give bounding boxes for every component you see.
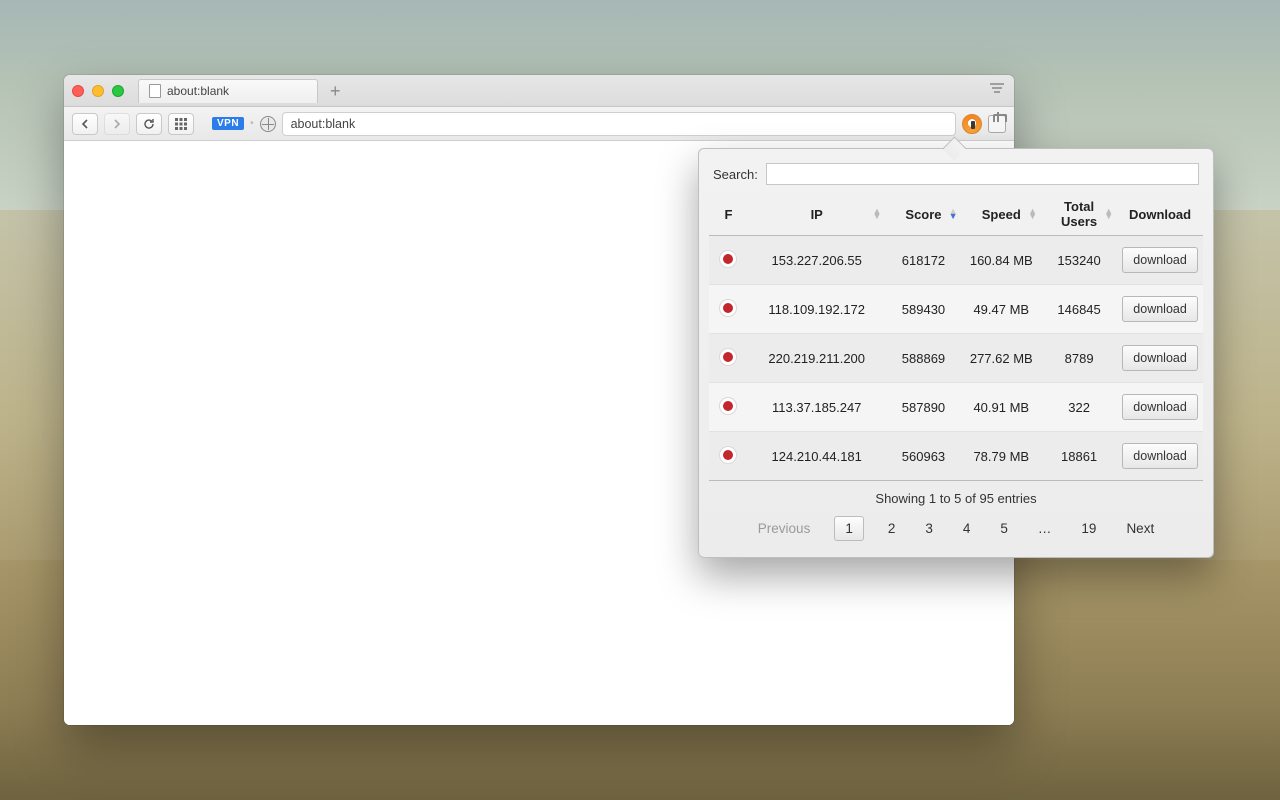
tab-strip: about:blank +: [64, 75, 1014, 107]
col-ip[interactable]: IP▲▼: [748, 193, 885, 236]
tabstrip-menu-icon[interactable]: [990, 83, 1004, 98]
speed-dial-button[interactable]: [168, 113, 194, 135]
page-2[interactable]: 2: [882, 517, 902, 540]
reload-button[interactable]: [136, 113, 162, 135]
cell-total-users: 153240: [1041, 236, 1117, 285]
cell-score: 587890: [885, 383, 961, 432]
back-button[interactable]: [72, 113, 98, 135]
browser-tab[interactable]: about:blank: [138, 79, 318, 103]
cell-ip: 118.109.192.172: [748, 285, 885, 334]
cell-total-users: 18861: [1041, 432, 1117, 481]
col-flag[interactable]: F: [709, 193, 748, 236]
search-label: Search:: [713, 167, 758, 182]
cell-speed: 78.79 MB: [962, 432, 1042, 481]
cell-speed: 277.62 MB: [962, 334, 1042, 383]
table-status: Showing 1 to 5 of 95 entries: [709, 491, 1203, 506]
page-5[interactable]: 5: [994, 517, 1014, 540]
page-last[interactable]: 19: [1075, 517, 1102, 540]
table-row: 153.227.206.55618172160.84 MB153240downl…: [709, 236, 1203, 285]
download-button[interactable]: download: [1122, 394, 1198, 420]
flag-jp-icon: [719, 348, 737, 366]
sort-icon: ▲▼: [1104, 209, 1113, 219]
cell-ip: 124.210.44.181: [748, 432, 885, 481]
tab-title: about:blank: [167, 84, 229, 98]
vpn-badge[interactable]: VPN: [212, 117, 244, 130]
new-tab-button[interactable]: +: [330, 82, 341, 100]
window-controls: [72, 85, 124, 97]
address-bar[interactable]: about:blank: [282, 112, 956, 136]
download-button[interactable]: download: [1122, 443, 1198, 469]
cell-ip: 113.37.185.247: [748, 383, 885, 432]
sort-icon: ▲▼: [1028, 209, 1037, 219]
flag-jp-icon: [719, 446, 737, 464]
cell-total-users: 322: [1041, 383, 1117, 432]
server-table: F IP▲▼ Score▲▼ Speed▲▼ Total Users▲▼ Dow…: [709, 193, 1203, 481]
table-row: 118.109.192.17258943049.47 MB146845downl…: [709, 285, 1203, 334]
flag-jp-icon: [719, 250, 737, 268]
pagination: Previous 12345 … 19 Next: [709, 516, 1203, 541]
col-total-users[interactable]: Total Users▲▼: [1041, 193, 1117, 236]
table-row: 113.37.185.24758789040.91 MB322download: [709, 383, 1203, 432]
page-next[interactable]: Next: [1120, 517, 1160, 540]
page-icon: [149, 84, 161, 98]
globe-icon[interactable]: [260, 116, 276, 132]
page-previous[interactable]: Previous: [752, 517, 817, 540]
col-download: Download: [1117, 193, 1203, 236]
flag-jp-icon: [719, 299, 737, 317]
sort-desc-icon: ▲▼: [949, 209, 958, 219]
col-speed[interactable]: Speed▲▼: [962, 193, 1042, 236]
download-button[interactable]: download: [1122, 247, 1198, 273]
col-score[interactable]: Score▲▼: [885, 193, 961, 236]
cell-speed: 49.47 MB: [962, 285, 1042, 334]
cell-speed: 160.84 MB: [962, 236, 1042, 285]
cell-score: 618172: [885, 236, 961, 285]
cell-ip: 153.227.206.55: [748, 236, 885, 285]
cell-ip: 220.219.211.200: [748, 334, 885, 383]
download-button[interactable]: download: [1122, 345, 1198, 371]
address-bar-url: about:blank: [291, 117, 356, 131]
share-icon[interactable]: [988, 115, 1006, 133]
page-ellipsis: …: [1032, 517, 1058, 540]
table-row: 124.210.44.18156096378.79 MB18861downloa…: [709, 432, 1203, 481]
forward-button[interactable]: [104, 113, 130, 135]
table-row: 220.219.211.200588869277.62 MB8789downlo…: [709, 334, 1203, 383]
maximize-window-button[interactable]: [112, 85, 124, 97]
separator-dot: •: [250, 118, 254, 129]
page-4[interactable]: 4: [957, 517, 977, 540]
toolbar: VPN • about:blank: [64, 107, 1014, 141]
cell-total-users: 146845: [1041, 285, 1117, 334]
flag-jp-icon: [719, 397, 737, 415]
minimize-window-button[interactable]: [92, 85, 104, 97]
cell-total-users: 8789: [1041, 334, 1117, 383]
sort-icon: ▲▼: [873, 209, 882, 219]
cell-score: 588869: [885, 334, 961, 383]
download-button[interactable]: download: [1122, 296, 1198, 322]
cell-score: 589430: [885, 285, 961, 334]
page-3[interactable]: 3: [919, 517, 939, 540]
cell-speed: 40.91 MB: [962, 383, 1042, 432]
page-1[interactable]: 1: [834, 516, 864, 541]
search-input[interactable]: [766, 163, 1199, 185]
extension-popover: Search: F IP▲▼ Score▲▼ Speed▲▼ Total Use…: [698, 148, 1214, 558]
vpn-extension-icon[interactable]: [962, 114, 982, 134]
close-window-button[interactable]: [72, 85, 84, 97]
cell-score: 560963: [885, 432, 961, 481]
